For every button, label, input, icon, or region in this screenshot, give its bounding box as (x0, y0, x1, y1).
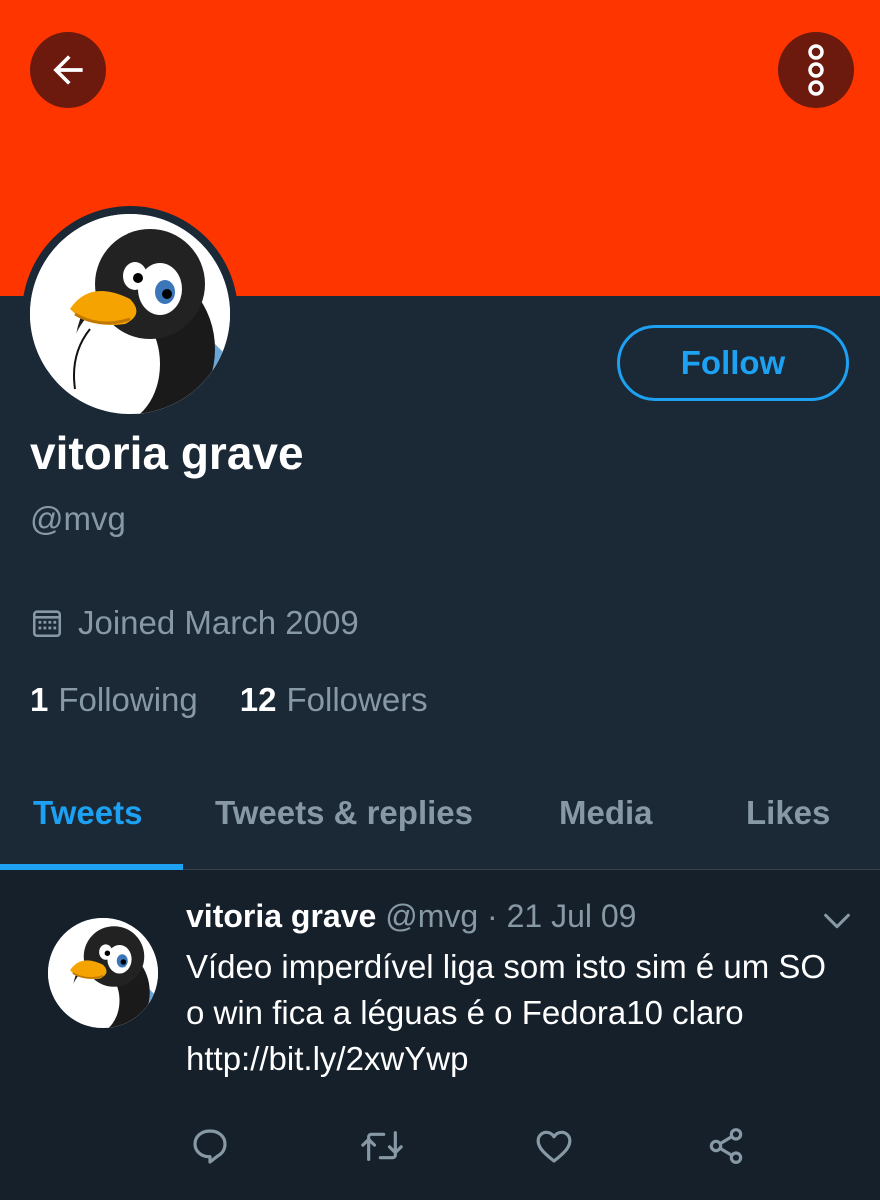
tab-tweets-replies[interactable]: Tweets & replies (215, 794, 473, 832)
avatar[interactable] (30, 214, 230, 414)
share-icon (709, 1128, 743, 1164)
chevron-down-icon (824, 913, 850, 929)
more-options-button[interactable] (778, 32, 854, 108)
arrow-left-icon (53, 55, 83, 85)
follow-stats: 1 Following 12 Followers (30, 681, 428, 719)
reply-button[interactable] (190, 1126, 230, 1171)
retweet-button[interactable] (360, 1126, 404, 1171)
penguin-avatar-icon (48, 918, 158, 1028)
joined-label: Joined March 2009 (78, 604, 359, 641)
following-label: Following (58, 681, 198, 718)
tweet-author-name[interactable]: vitoria grave (186, 898, 376, 934)
profile-display-name: vitoria grave (30, 427, 304, 479)
more-vertical-icon (808, 44, 824, 96)
followers-stat[interactable]: 12 Followers (240, 681, 428, 719)
tab-media[interactable]: Media (559, 794, 653, 832)
follow-button[interactable]: Follow (617, 325, 849, 401)
following-stat[interactable]: 1 Following (30, 681, 198, 719)
following-count: 1 (30, 681, 49, 718)
calendar-icon (32, 610, 62, 638)
tweet-header: vitoria grave @mvg · 21 Jul 09 (186, 898, 636, 935)
followers-count: 12 (239, 681, 277, 718)
joined-date: Joined March 2009 (30, 604, 359, 642)
tab-likes[interactable]: Likes (746, 794, 830, 832)
profile-tabs: Tweets Tweets & replies Media Likes (0, 770, 880, 870)
share-button[interactable] (706, 1126, 746, 1171)
retweet-icon (361, 1131, 403, 1161)
tweet-avatar[interactable] (48, 918, 158, 1028)
tweet[interactable]: vitoria grave @mvg · 21 Jul 09 Vídeo imp… (0, 870, 880, 1200)
tweet-meta: @mvg · 21 Jul 09 (376, 898, 637, 934)
penguin-avatar-icon (30, 214, 230, 414)
back-button[interactable] (30, 32, 106, 108)
reply-icon (193, 1129, 227, 1164)
like-button[interactable] (534, 1126, 574, 1171)
avatar-frame (22, 206, 238, 422)
tab-tweets[interactable]: Tweets (33, 794, 142, 832)
followers-label: Followers (286, 681, 428, 718)
heart-icon (536, 1130, 572, 1163)
tweet-text: Vídeo imperdível liga som isto sim é um … (186, 948, 827, 1077)
tweet-menu-button[interactable] (820, 904, 854, 943)
profile-handle: @mvg (30, 500, 126, 537)
